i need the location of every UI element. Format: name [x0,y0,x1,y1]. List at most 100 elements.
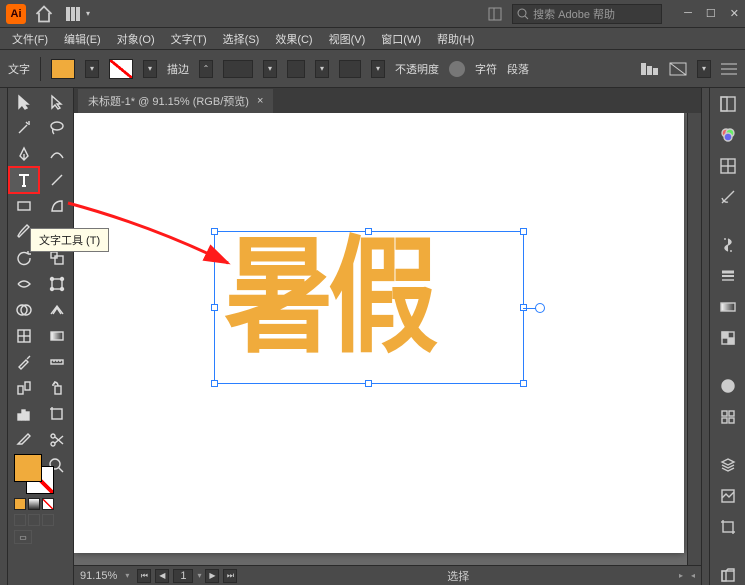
asset-export-panel-icon[interactable] [716,485,740,506]
handle-top-right[interactable] [520,228,527,235]
brush-def[interactable] [339,60,361,78]
color-panel-icon[interactable] [716,125,740,146]
color-mode-solid[interactable] [14,498,26,510]
draw-normal[interactable] [14,514,26,526]
handle-bottom-left[interactable] [211,380,218,387]
swatches-panel-icon[interactable] [716,156,740,177]
maximize-button[interactable]: ☐ [706,7,716,20]
close-button[interactable]: ✕ [730,7,739,20]
align-icon[interactable] [641,62,659,76]
graphic-styles-panel-icon[interactable] [716,406,740,427]
handle-top-mid[interactable] [365,228,372,235]
menu-view[interactable]: 视图(V) [323,29,372,49]
width-tool[interactable] [10,272,38,296]
fill-stroke-swatch[interactable] [14,454,54,494]
recolor-icon[interactable] [449,61,465,77]
rectangle-tool[interactable] [10,194,38,218]
type-overflow-handle[interactable] [535,303,545,313]
handle-bottom-mid[interactable] [365,380,372,387]
right-dock-handle[interactable] [701,88,709,585]
blend-tool[interactable] [10,376,38,400]
fill-dropdown[interactable]: ▾ [85,60,99,78]
menu-help[interactable]: 帮助(H) [431,29,480,49]
curvature-tool[interactable] [43,142,71,166]
search-input[interactable]: 搜索 Adobe 帮助 [512,4,662,24]
transform-icon[interactable] [669,62,687,76]
stroke-weight-down[interactable]: ⌃ [199,60,213,78]
symbols-panel-icon[interactable] [716,235,740,256]
stroke-swatch[interactable] [109,59,133,79]
artboards-panel-icon[interactable] [716,516,740,537]
menu-window[interactable]: 窗口(W) [375,29,427,49]
shape-builder-tool[interactable] [10,298,38,322]
last-artboard[interactable]: ⏭ [223,569,237,583]
stroke-panel-icon[interactable] [716,266,740,287]
opacity-label[interactable]: 不透明度 [395,61,439,77]
first-artboard[interactable]: ⏮ [137,569,151,583]
mesh-tool[interactable] [10,324,38,348]
color-mode-none[interactable] [42,498,54,510]
gradient-panel-icon[interactable] [716,297,740,318]
workspace-icon[interactable] [488,7,502,21]
handle-bottom-right[interactable] [520,380,527,387]
color-mode-gradient[interactable] [28,498,40,510]
panel-menu-icon[interactable] [721,62,737,76]
draw-behind[interactable] [28,514,40,526]
type-tool[interactable] [10,168,38,192]
handle-mid-left[interactable] [211,304,218,311]
stroke-weight-input[interactable] [223,60,253,78]
measure-tool[interactable] [43,350,71,374]
properties-panel-icon[interactable] [716,94,740,115]
stroke-profile[interactable] [287,60,305,78]
screen-mode[interactable]: ▭ [14,530,32,544]
magic-wand-tool[interactable] [10,116,38,140]
perspective-grid-tool[interactable] [43,298,71,322]
layers-panel-icon[interactable] [716,454,740,475]
artboard-tool[interactable] [43,402,71,426]
minimize-button[interactable]: ─ [684,7,692,20]
tooltip: 文字工具 (T) [30,228,109,252]
fill-swatch[interactable] [51,59,75,79]
document-tab[interactable]: 未标题-1* @ 91.15% (RGB/预览) × [78,89,273,113]
menu-edit[interactable]: 编辑(E) [58,29,107,49]
stroke-dropdown[interactable]: ▾ [143,60,157,78]
character-label[interactable]: 字符 [475,61,497,77]
brush-menu[interactable]: ▾ [371,60,385,78]
zoom-level[interactable]: 91.15% [80,570,117,582]
transparency-panel-icon[interactable] [716,328,740,349]
column-graph-tool[interactable] [10,402,38,426]
selection-tool[interactable] [10,90,38,114]
pen-tool[interactable] [10,142,38,166]
paragraph-label[interactable]: 段落 [507,61,529,77]
artboard-number[interactable]: 1 [173,569,193,583]
transform-menu[interactable]: ▾ [697,60,711,78]
next-artboard[interactable]: ▶ [205,569,219,583]
prev-artboard[interactable]: ◀ [155,569,169,583]
direct-selection-tool[interactable] [43,90,71,114]
stroke-profile-menu[interactable]: ▾ [315,60,329,78]
line-segment-tool[interactable] [43,168,71,192]
close-tab-icon[interactable]: × [257,95,263,107]
left-dock-handle[interactable] [0,88,8,585]
symbol-sprayer-tool[interactable] [43,376,71,400]
lasso-tool[interactable] [43,116,71,140]
menu-object[interactable]: 对象(O) [111,29,161,49]
canvas[interactable]: 暑假 [74,113,687,565]
arrange-documents-button[interactable]: ▾ [66,7,90,21]
menu-file[interactable]: 文件(F) [6,29,54,49]
gradient-tool[interactable] [43,324,71,348]
stroke-weight-menu[interactable]: ▾ [263,60,277,78]
menu-type[interactable]: 文字(T) [165,29,213,49]
appearance-panel-icon[interactable] [716,375,740,396]
eyedropper-tool[interactable] [10,350,38,374]
menu-select[interactable]: 选择(S) [217,29,266,49]
home-icon[interactable] [34,4,54,24]
menu-effect[interactable]: 效果(C) [269,29,318,49]
stroke-label: 描边 [167,61,189,77]
vertical-scrollbar[interactable] [687,113,701,565]
search-icon [517,8,529,20]
draw-inside[interactable] [42,514,54,526]
libraries-panel-icon[interactable] [716,564,740,585]
brushes-panel-icon[interactable] [716,187,740,208]
zoom-menu[interactable]: ▾ [125,571,129,580]
